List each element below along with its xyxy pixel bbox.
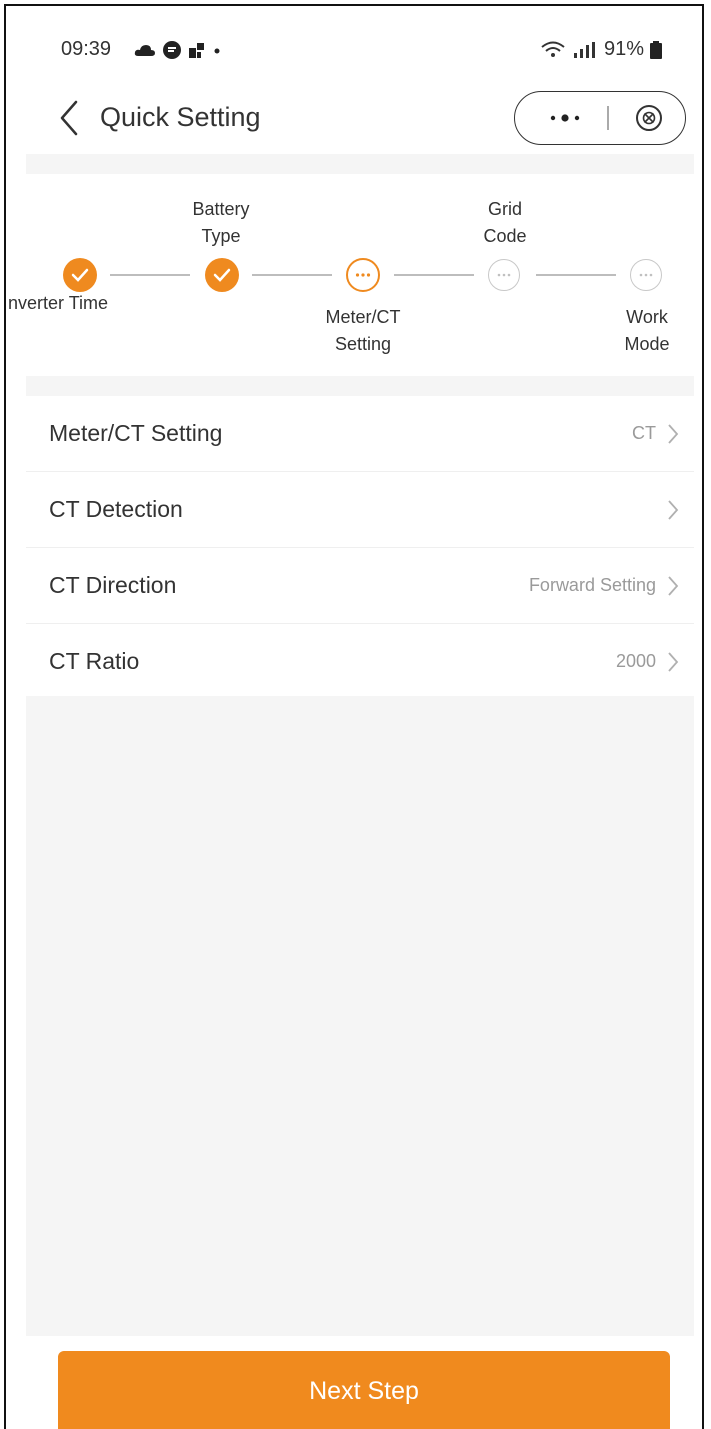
close-circle-icon: [636, 104, 662, 131]
more-dots-icon: [550, 113, 580, 122]
settings-list: Meter/CT Setting CT CT Detection CT Dire…: [26, 396, 694, 700]
row-value: CT: [632, 423, 656, 443]
settings-row-ct-detection[interactable]: CT Detection: [26, 472, 694, 548]
status-bar: 09:39 91%: [6, 36, 702, 66]
divider-band: [26, 376, 694, 396]
step-1-label: nverter Time: [8, 293, 109, 313]
step-3-label: Meter/CT Setting: [325, 307, 401, 354]
row-label: CT Direction: [49, 572, 177, 598]
settings-row-ct-direction[interactable]: CT Direction Forward Setting: [26, 548, 694, 624]
divider-band: [26, 154, 694, 174]
capsule-divider: [607, 106, 609, 130]
cloud-icon: [134, 45, 155, 56]
chat-icon: [163, 41, 181, 59]
page-title: Quick Setting: [100, 102, 261, 132]
next-step-button[interactable]: Next Step: [58, 1351, 670, 1429]
chevron-right-icon: [668, 576, 679, 596]
wifi-icon: [541, 41, 565, 57]
row-label: Meter/CT Setting: [49, 420, 223, 446]
check-icon: [71, 268, 89, 282]
settings-row-meter-ct[interactable]: Meter/CT Setting CT: [26, 396, 694, 472]
check-icon: [213, 268, 231, 282]
row-value: Forward Setting: [528, 575, 656, 595]
settings-row-ct-ratio[interactable]: CT Ratio 2000: [26, 624, 694, 700]
step-4-label: Grid Code: [483, 199, 527, 246]
more-dots-icon: [639, 273, 653, 277]
battery-level: 91%: [603, 38, 644, 60]
empty-content-area: [26, 696, 694, 1336]
chevron-left-icon: [60, 100, 78, 136]
battery-icon: [650, 40, 662, 59]
chevron-right-icon: [668, 652, 679, 672]
close-button[interactable]: [623, 92, 675, 143]
step-connector: [394, 274, 474, 276]
step-2-label: Battery Type: [192, 199, 250, 246]
step-4-pending-indicator: [488, 259, 520, 291]
status-time: 09:39: [61, 38, 112, 60]
step-connector: [110, 274, 190, 276]
row-label: CT Ratio: [49, 648, 140, 674]
more-button[interactable]: [535, 92, 595, 143]
row-label: CT Detection: [49, 496, 183, 522]
header: Quick Setting: [6, 86, 702, 156]
phone-screen: 09:39 91% Quick Setting nverter Time Bat…: [4, 4, 704, 1429]
step-1-done-indicator: [63, 258, 97, 292]
step-3-current-indicator: [346, 258, 380, 292]
row-value: 2000: [615, 651, 656, 671]
chevron-right-icon: [668, 500, 679, 520]
dot-icon: [214, 48, 220, 54]
step-5-pending-indicator: [630, 259, 662, 291]
grid-icon: [189, 43, 204, 58]
mini-program-capsule: [514, 91, 686, 145]
more-dots-icon: [497, 273, 511, 277]
step-connector: [252, 274, 332, 276]
back-button[interactable]: [54, 98, 86, 138]
chevron-right-icon: [668, 424, 679, 444]
step-connector: [536, 274, 616, 276]
signal-icon: [573, 41, 595, 58]
step-2-done-indicator: [205, 258, 239, 292]
step-5-label: Work Mode: [624, 307, 670, 354]
more-dots-icon: [355, 273, 371, 277]
